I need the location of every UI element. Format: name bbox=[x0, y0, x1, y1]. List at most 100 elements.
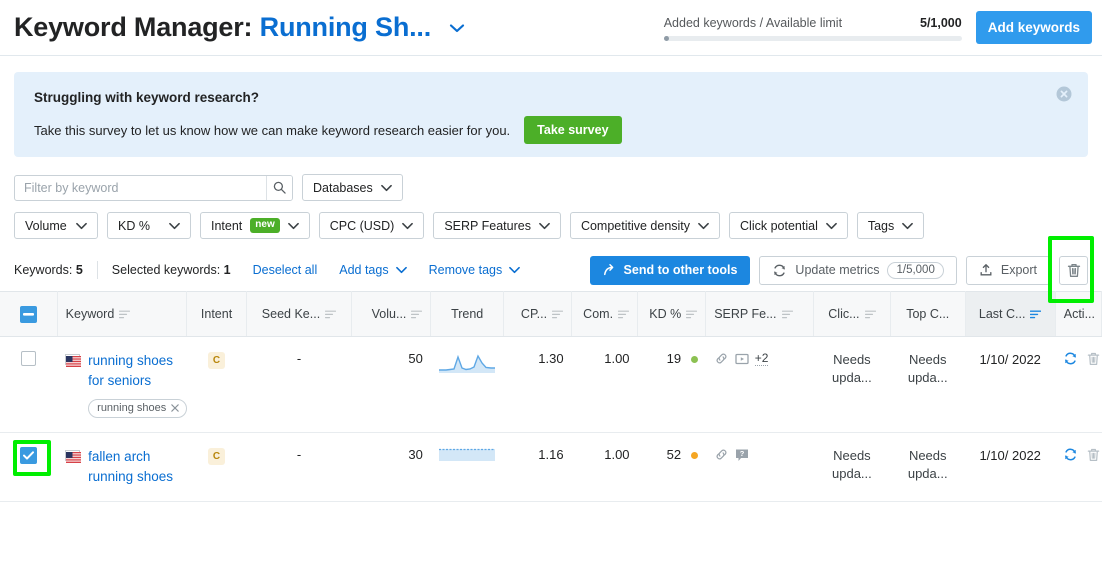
column-trend[interactable]: Trend bbox=[430, 291, 504, 337]
column-actions: Acti... bbox=[1055, 291, 1102, 337]
header-right-group: Added keywords / Available limit 5/1,000… bbox=[663, 11, 1092, 44]
link-icon[interactable] bbox=[714, 351, 729, 366]
chevron-down-icon bbox=[509, 266, 521, 274]
column-seed-keyword[interactable]: Seed Ke... bbox=[246, 291, 353, 337]
update-metrics-label: Update metrics bbox=[795, 263, 880, 277]
add-tags-dropdown[interactable]: Add tags bbox=[339, 263, 407, 277]
send-to-other-tools-button[interactable]: Send to other tools bbox=[589, 255, 751, 285]
sort-icon bbox=[552, 310, 564, 318]
search-input[interactable] bbox=[15, 175, 266, 200]
serp-features-more[interactable]: +2 bbox=[754, 351, 769, 366]
filter-cpc[interactable]: CPC (USD) bbox=[318, 212, 425, 239]
table-header-row: Keyword Intent Seed Ke... Volu... Trend … bbox=[0, 291, 1102, 337]
column-competition[interactable]: Com. bbox=[571, 291, 639, 337]
intent-badge[interactable]: C bbox=[208, 448, 226, 465]
filter-click-potential-label: Click potential bbox=[740, 218, 818, 233]
filter-kd-label: KD % bbox=[118, 218, 150, 233]
link-icon[interactable] bbox=[714, 447, 729, 462]
refresh-icon[interactable] bbox=[1063, 351, 1078, 366]
column-competition-label: Com. bbox=[583, 307, 614, 321]
keywords-selected-label: Selected keywords: bbox=[111, 263, 221, 277]
refresh-icon[interactable] bbox=[1063, 447, 1078, 462]
row-select-cell bbox=[0, 432, 58, 502]
delete-selected-button[interactable] bbox=[1059, 255, 1088, 285]
column-intent[interactable]: Intent bbox=[186, 291, 247, 337]
sort-icon bbox=[781, 310, 793, 318]
row-top-competitor-cell: Needs upda... bbox=[890, 336, 966, 433]
row-serp-features-cell: ? bbox=[705, 432, 814, 502]
column-click-potential[interactable]: Clic... bbox=[813, 291, 891, 337]
chevron-down-icon bbox=[287, 222, 299, 229]
row-intent-cell: C bbox=[186, 432, 247, 502]
keyword-link[interactable]: running shoes for seniors bbox=[88, 353, 173, 388]
row-trend-cell bbox=[430, 432, 504, 502]
filter-click-potential[interactable]: Click potential bbox=[729, 212, 848, 239]
update-metrics-button[interactable]: Update metrics 1/5,000 bbox=[759, 255, 957, 285]
trash-icon[interactable] bbox=[1087, 352, 1100, 366]
us-flag-icon bbox=[65, 450, 82, 463]
intent-badge[interactable]: C bbox=[208, 352, 226, 369]
filter-tags[interactable]: Tags bbox=[856, 212, 925, 239]
filter-intent[interactable]: Intent new bbox=[200, 212, 310, 239]
keywords-selected-value: 1 bbox=[223, 263, 231, 277]
refresh-icon bbox=[774, 264, 786, 276]
filter-competitive-density[interactable]: Competitive density bbox=[569, 212, 721, 239]
trash-icon[interactable] bbox=[1087, 448, 1100, 462]
kd-status-dot bbox=[690, 452, 698, 460]
deselect-all-link[interactable]: Deselect all bbox=[253, 263, 318, 277]
column-cpc[interactable]: CP... bbox=[503, 291, 573, 337]
column-top-competitor-label: Top C... bbox=[906, 307, 950, 321]
column-keyword[interactable]: Keyword bbox=[57, 291, 188, 337]
keywords-selected: Selected keywords: 1 bbox=[112, 263, 231, 277]
filter-intent-label: Intent bbox=[211, 218, 243, 233]
filters-area: Databases Volume KD % Intent new CPC (US… bbox=[0, 157, 1102, 239]
column-serp-features-label: SERP Fe... bbox=[714, 307, 777, 321]
keyword-tag-chip[interactable]: running shoes bbox=[88, 399, 188, 418]
column-last-checked-label: Last C... bbox=[978, 307, 1026, 321]
send-to-other-tools-label: Send to other tools bbox=[623, 263, 738, 277]
keyword-limit-progressbar bbox=[663, 36, 962, 41]
column-serp-features[interactable]: SERP Fe... bbox=[705, 291, 814, 337]
video-icon[interactable] bbox=[735, 352, 749, 366]
chevron-down-icon[interactable] bbox=[447, 18, 467, 38]
column-last-checked[interactable]: Last C... bbox=[965, 291, 1056, 337]
column-volume[interactable]: Volu... bbox=[351, 291, 432, 337]
last-checked-value: 1/10/ 2022 bbox=[979, 448, 1041, 463]
close-circle-icon[interactable] bbox=[1056, 86, 1072, 102]
keyword-link[interactable]: fallen arch running shoes bbox=[88, 447, 179, 487]
search-icon[interactable] bbox=[266, 175, 292, 200]
column-kd[interactable]: KD % bbox=[637, 291, 707, 337]
keywords-total-label: Keywords: bbox=[14, 263, 73, 277]
column-seed-keyword-label: Seed Ke... bbox=[261, 307, 321, 321]
take-survey-button[interactable]: Take survey bbox=[524, 116, 622, 144]
sort-icon bbox=[618, 310, 630, 318]
filter-kd[interactable]: KD % bbox=[107, 212, 191, 239]
remove-tags-dropdown[interactable]: Remove tags bbox=[429, 263, 521, 277]
keyword-filter-box[interactable] bbox=[14, 174, 293, 201]
column-volume-label: Volu... bbox=[371, 307, 407, 321]
databases-dropdown[interactable]: Databases bbox=[302, 174, 403, 201]
row-competition-cell: 1.00 bbox=[571, 432, 638, 502]
last-checked-value: 1/10/ 2022 bbox=[979, 352, 1041, 367]
project-name[interactable]: Running Sh... bbox=[260, 12, 432, 42]
survey-banner-title: Struggling with keyword research? bbox=[34, 90, 260, 105]
keywords-total: Keywords: 5 bbox=[14, 263, 83, 277]
row-last-checked-cell: 1/10/ 2022 bbox=[965, 432, 1056, 502]
column-intent-label: Intent bbox=[200, 307, 233, 321]
column-top-competitor[interactable]: Top C... bbox=[890, 291, 966, 337]
row-kd-cell: 19 bbox=[637, 336, 706, 433]
row-last-checked-cell: 1/10/ 2022 bbox=[965, 336, 1056, 433]
chevron-down-icon bbox=[825, 222, 837, 229]
faq-icon[interactable]: ? bbox=[735, 448, 749, 462]
add-keywords-button[interactable]: Add keywords bbox=[975, 11, 1092, 44]
row-kd-value: 19 bbox=[666, 351, 682, 366]
filter-serp-features[interactable]: SERP Features bbox=[433, 212, 561, 239]
row-checkbox[interactable] bbox=[21, 351, 37, 366]
chevron-down-icon bbox=[76, 222, 87, 229]
databases-label: Databases bbox=[313, 180, 373, 195]
chevron-down-icon bbox=[902, 222, 914, 229]
row-checkbox[interactable] bbox=[20, 447, 38, 464]
export-button[interactable]: Export bbox=[965, 255, 1050, 285]
select-all-checkbox[interactable] bbox=[19, 305, 37, 323]
filter-volume[interactable]: Volume bbox=[14, 212, 98, 239]
